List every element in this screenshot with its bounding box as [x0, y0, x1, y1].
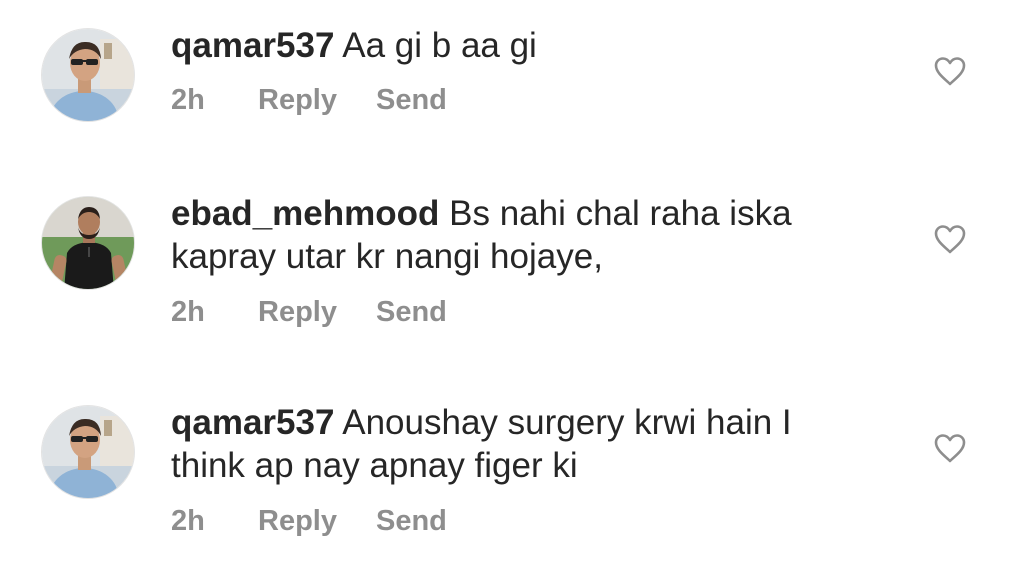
comment-text: qamar537 Anoushay surgery krwi hain I th…: [171, 401, 871, 487]
comment-item: qamar537 Anoushay surgery krwi hain I th…: [0, 0, 1024, 574]
reply-button[interactable]: Reply: [258, 505, 376, 538]
comment-username[interactable]: qamar537: [171, 403, 334, 442]
comment-time: 2h: [171, 505, 205, 537]
heart-outline-icon[interactable]: [933, 433, 967, 463]
avatar[interactable]: [41, 405, 135, 499]
send-button[interactable]: Send: [376, 505, 447, 538]
comment-meta: 2h Reply Send: [171, 505, 447, 538]
